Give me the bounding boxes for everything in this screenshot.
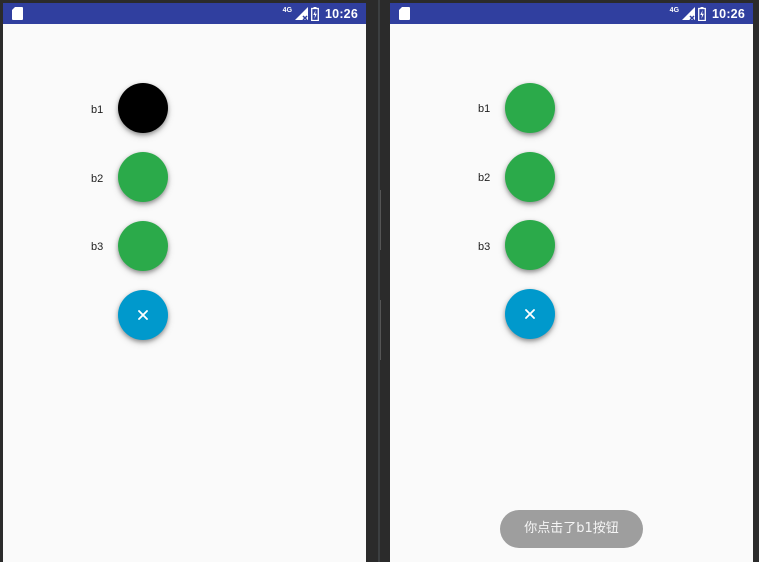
signal-icon <box>295 7 309 20</box>
fab-label-b1: b1 <box>478 103 491 115</box>
battery-charging-icon <box>698 6 706 21</box>
sim-card-icon <box>12 7 23 20</box>
fab-menu-toggle-button[interactable] <box>118 290 168 340</box>
fab-b1-button[interactable] <box>118 83 168 133</box>
phone-screen-left: 4G 10:26 b1 b2 b3 <box>3 3 366 562</box>
status-bar: 4G 10:26 <box>3 3 366 24</box>
status-bar: 4G 10:26 <box>390 3 753 24</box>
phone-screen-right: 4G 10:26 b1 b2 b3 你点击了b1按钮 <box>390 3 753 562</box>
divider-line <box>380 300 381 360</box>
fab-menu-toggle-button[interactable] <box>505 289 555 339</box>
fab-b2-button[interactable] <box>118 152 168 202</box>
fab-label-b3: b3 <box>478 241 491 253</box>
battery-charging-icon <box>311 6 319 21</box>
fab-b3-button[interactable] <box>118 221 168 271</box>
divider-line <box>380 190 381 250</box>
fab-label-b2: b2 <box>478 172 491 184</box>
fab-label-b3: b3 <box>91 241 104 253</box>
close-icon <box>525 309 535 319</box>
network-type-label: 4G <box>282 7 293 14</box>
toast-message: 你点击了b1按钮 <box>500 510 643 548</box>
fab-label-b1: b1 <box>91 104 104 116</box>
fab-label-b2: b2 <box>91 173 104 185</box>
network-type-label: 4G <box>669 7 680 14</box>
close-icon <box>138 310 148 320</box>
clock: 10:26 <box>712 6 745 21</box>
screen-divider <box>378 0 380 562</box>
sim-card-icon <box>399 7 410 20</box>
clock: 10:26 <box>325 6 358 21</box>
fab-b1-button[interactable] <box>505 83 555 133</box>
fab-b3-button[interactable] <box>505 220 555 270</box>
fab-b2-button[interactable] <box>505 152 555 202</box>
signal-icon <box>682 7 696 20</box>
